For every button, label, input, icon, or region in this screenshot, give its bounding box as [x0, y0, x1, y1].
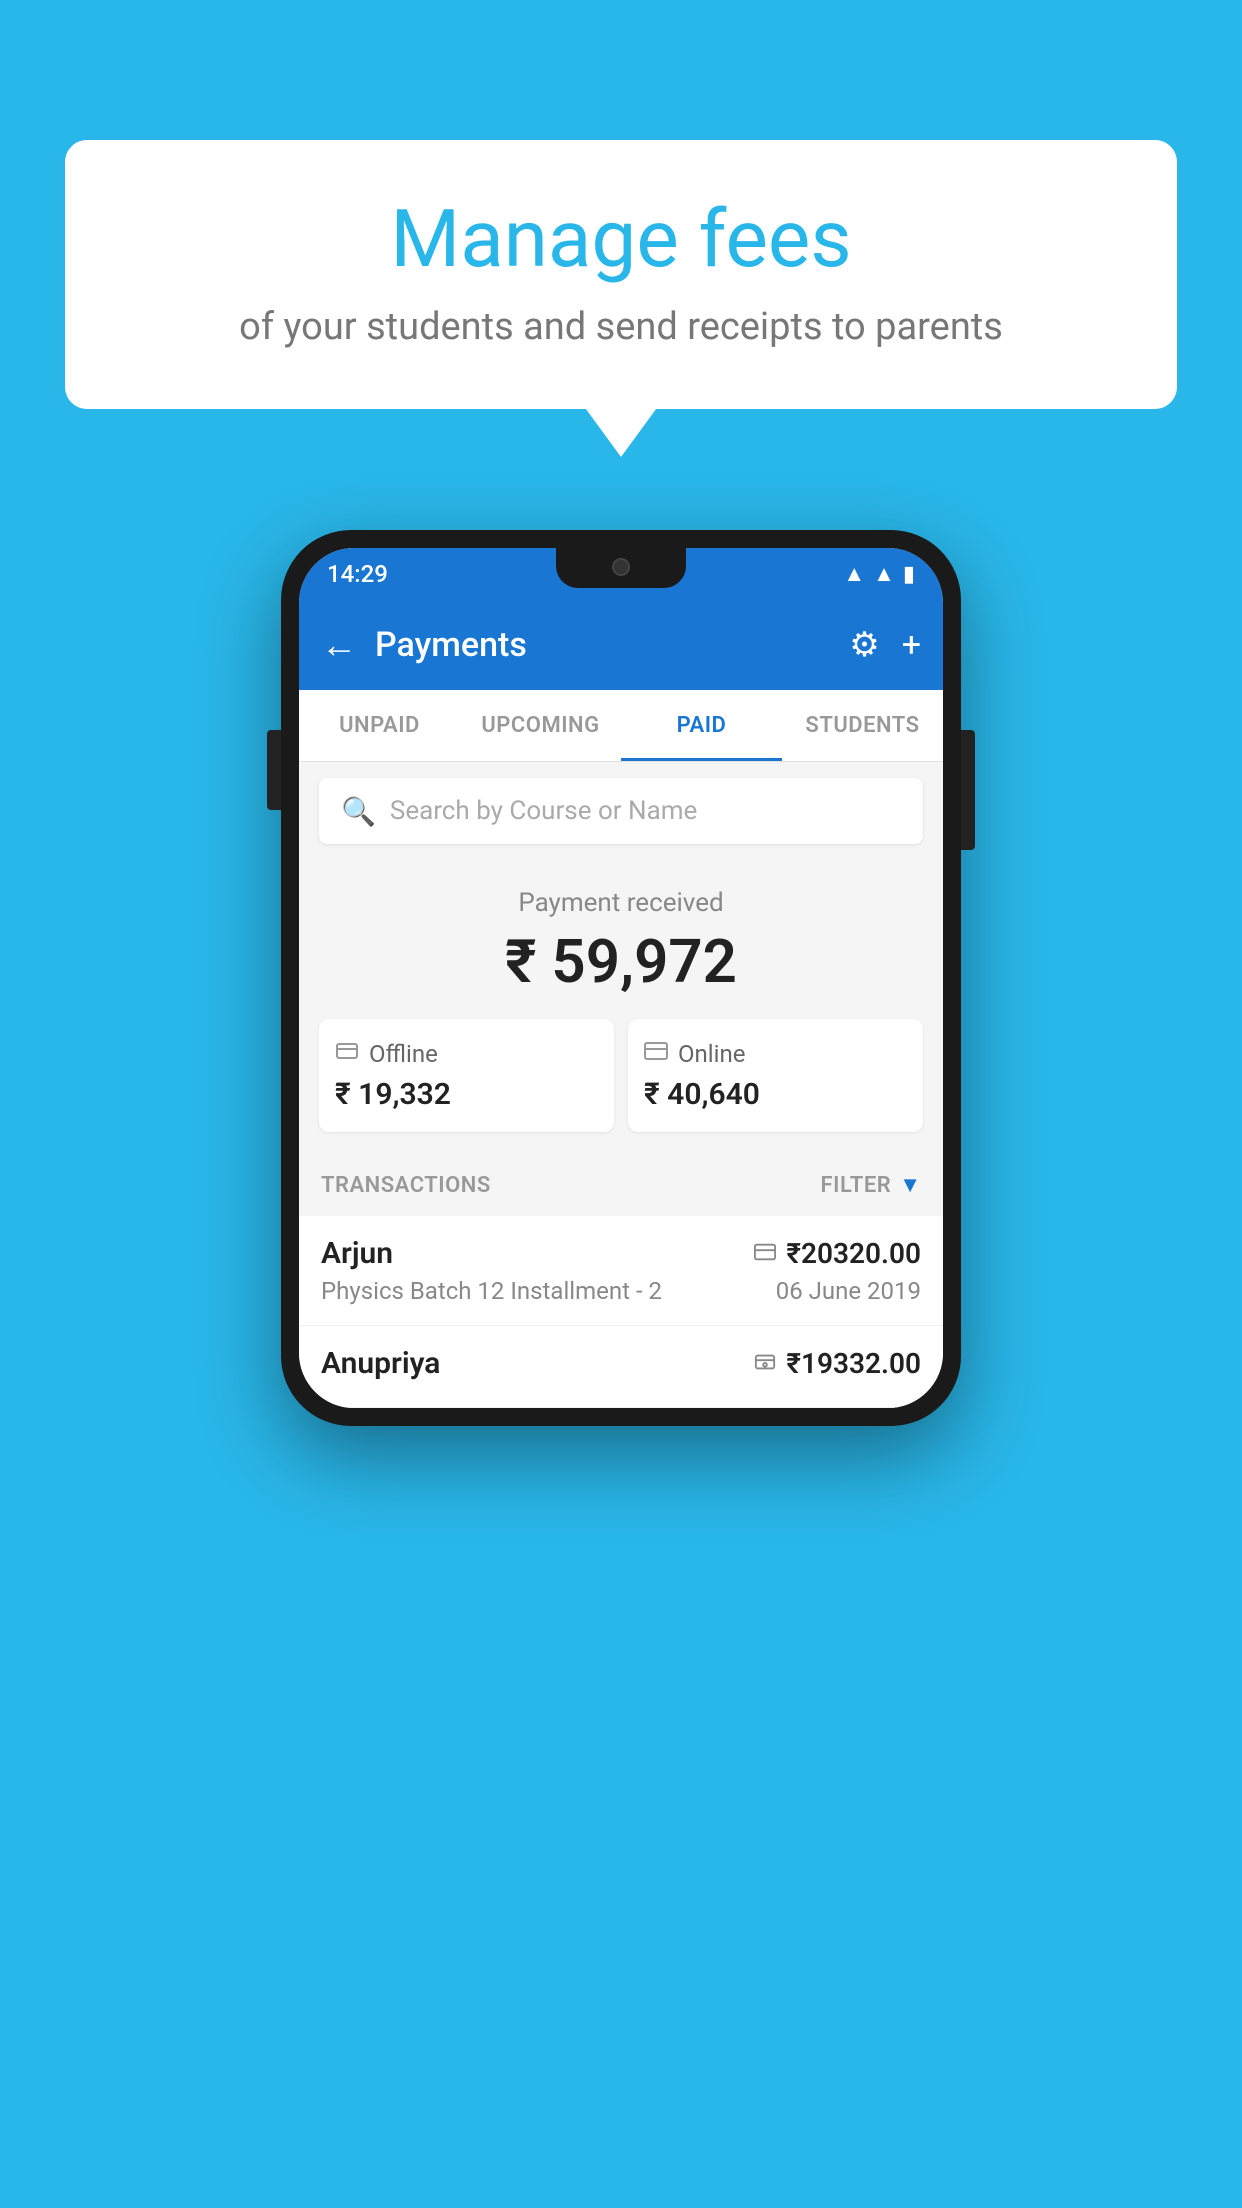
- transaction-name: Arjun: [321, 1236, 393, 1271]
- offline-amount: ₹ 19,332: [335, 1077, 598, 1112]
- transaction-row[interactable]: Anupriya ₹19332.00: [299, 1326, 943, 1408]
- notch: [556, 548, 686, 588]
- transaction-type-icon-2: [754, 1351, 776, 1377]
- transaction-amount-2: ₹19332.00: [786, 1347, 921, 1380]
- tab-unpaid[interactable]: UNPAID: [299, 690, 460, 761]
- transaction-row[interactable]: Arjun ₹20320.00 Physics: [299, 1216, 943, 1326]
- transaction-top-2: Anupriya ₹19332.00: [321, 1346, 921, 1381]
- search-icon: 🔍: [341, 795, 376, 828]
- transactions-list: Arjun ₹20320.00 Physics: [299, 1216, 943, 1408]
- settings-button[interactable]: ⚙: [849, 625, 879, 665]
- app-bar: ← Payments ⚙ +: [299, 600, 943, 690]
- offline-card: Offline ₹ 19,332: [319, 1019, 614, 1132]
- transaction-name-2: Anupriya: [321, 1346, 440, 1381]
- back-button[interactable]: ←: [321, 624, 357, 666]
- payment-cards: Offline ₹ 19,332 Online: [319, 1019, 923, 1132]
- online-card-header: Online: [644, 1039, 907, 1069]
- speech-bubble-container: Manage fees of your students and send re…: [65, 140, 1177, 409]
- online-label: Online: [678, 1040, 745, 1068]
- signal-icon: ▲: [873, 561, 895, 587]
- status-bar: 14:29 ▲ ▲ ▮: [299, 548, 943, 600]
- transactions-header: TRANSACTIONS FILTER ▼: [299, 1154, 943, 1216]
- transaction-top: Arjun ₹20320.00: [321, 1236, 921, 1271]
- filter-icon: ▼: [899, 1172, 921, 1198]
- battery-icon: ▮: [903, 562, 915, 587]
- app-bar-title: Payments: [375, 625, 831, 665]
- phone-outer: 14:29 ▲ ▲ ▮ ← Payments ⚙ + UNPAID: [281, 530, 961, 1426]
- wifi-icon: ▲: [843, 561, 865, 587]
- phone: 14:29 ▲ ▲ ▮ ← Payments ⚙ + UNPAID: [281, 530, 961, 1426]
- app-bar-actions: ⚙ +: [849, 625, 921, 665]
- speech-bubble: Manage fees of your students and send re…: [65, 140, 1177, 409]
- search-container: 🔍 Search by Course or Name: [299, 762, 943, 860]
- filter-label: FILTER: [821, 1173, 892, 1198]
- tabs-bar: UNPAID UPCOMING PAID STUDENTS: [299, 690, 943, 762]
- transaction-amount-row: ₹20320.00: [754, 1237, 921, 1270]
- offline-label: Offline: [369, 1040, 438, 1068]
- tab-upcoming[interactable]: UPCOMING: [460, 690, 621, 761]
- offline-card-header: Offline: [335, 1039, 598, 1069]
- add-button[interactable]: +: [902, 625, 921, 665]
- status-icons: ▲ ▲ ▮: [843, 561, 915, 587]
- transaction-course: Physics Batch 12 Installment - 2: [321, 1277, 662, 1305]
- bubble-subtitle: of your students and send receipts to pa…: [125, 305, 1117, 349]
- online-card: Online ₹ 40,640: [628, 1019, 923, 1132]
- status-time: 14:29: [327, 560, 388, 588]
- transaction-amount-row-2: ₹19332.00: [754, 1347, 921, 1380]
- online-amount: ₹ 40,640: [644, 1077, 907, 1112]
- transactions-label: TRANSACTIONS: [321, 1173, 491, 1198]
- camera: [612, 558, 630, 576]
- phone-screen: 14:29 ▲ ▲ ▮ ← Payments ⚙ + UNPAID: [299, 548, 943, 1408]
- online-icon: [644, 1039, 668, 1069]
- tab-paid[interactable]: PAID: [621, 690, 782, 761]
- offline-icon: [335, 1039, 359, 1069]
- transaction-amount: ₹20320.00: [786, 1237, 921, 1270]
- payment-summary: Payment received ₹ 59,972: [299, 860, 943, 1154]
- tab-students[interactable]: STUDENTS: [782, 690, 943, 761]
- transaction-type-icon: [754, 1241, 776, 1267]
- search-input[interactable]: Search by Course or Name: [390, 796, 697, 826]
- payment-total: ₹ 59,972: [319, 926, 923, 997]
- search-bar[interactable]: 🔍 Search by Course or Name: [319, 778, 923, 844]
- bubble-title: Manage fees: [125, 195, 1117, 283]
- filter-section[interactable]: FILTER ▼: [821, 1172, 921, 1198]
- payment-received-label: Payment received: [319, 888, 923, 918]
- transaction-bottom: Physics Batch 12 Installment - 2 06 June…: [321, 1277, 921, 1305]
- transaction-date: 06 June 2019: [776, 1277, 921, 1305]
